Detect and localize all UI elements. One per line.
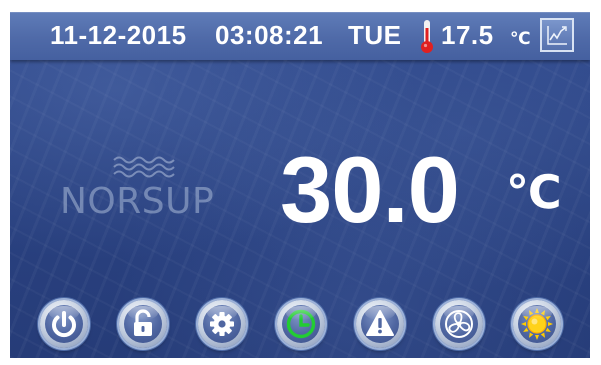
time-display: 03:08:21 <box>215 20 324 50</box>
timer-button[interactable] <box>277 300 325 348</box>
brand-logo: NORSUP <box>60 152 235 227</box>
waves-logo-icon <box>113 156 175 178</box>
ambient-temperature: 17.5 <box>441 20 494 50</box>
power-button[interactable] <box>40 300 88 348</box>
setpoint-unit: ℃ <box>506 166 562 218</box>
fan-button[interactable] <box>435 300 483 348</box>
brand-name: NORSUP <box>60 181 215 222</box>
status-bar: 11-12-2015 03:08:21 TUE 17.5 ℃ <box>10 12 590 60</box>
heating-mode-button[interactable] <box>513 300 561 348</box>
thermometer-icon <box>420 18 434 54</box>
trend-chart-icon <box>547 26 567 45</box>
lock-button[interactable] <box>119 300 167 348</box>
setpoint-temperature[interactable]: 30.0 <box>280 140 460 240</box>
alarm-button[interactable] <box>356 300 404 348</box>
ambient-temperature-unit: ℃ <box>510 29 531 48</box>
day-display: TUE <box>348 20 402 50</box>
trend-chart-button[interactable] <box>540 18 574 52</box>
date-display: 11-12-2015 <box>50 20 187 50</box>
controller-screen: 11-12-2015 03:08:21 TUE 17.5 ℃ NORSUP 30… <box>10 12 590 358</box>
settings-button[interactable] <box>198 300 246 348</box>
